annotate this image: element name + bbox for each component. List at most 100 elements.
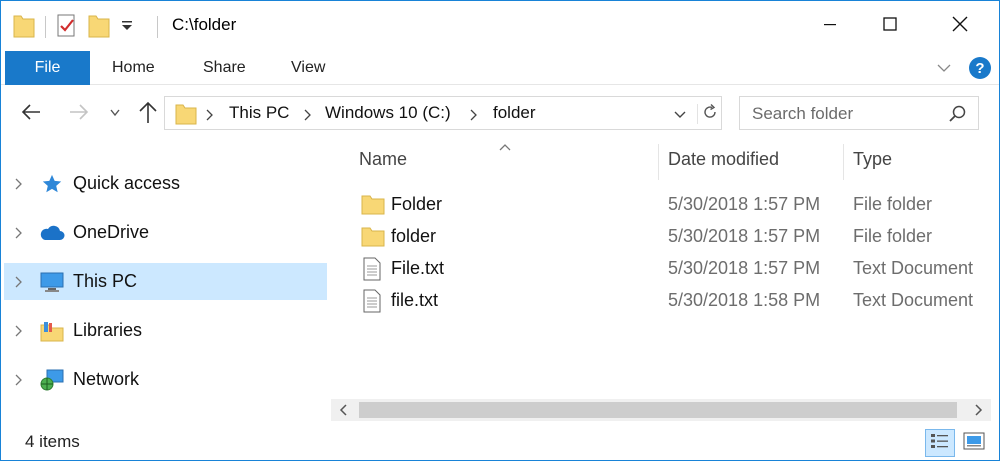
file-list: Name Date modified Type Folder 5/30/2018… (331, 139, 999, 423)
column-header-name[interactable]: Name (359, 149, 407, 170)
file-row[interactable]: file.txt 5/30/2018 1:58 PM Text Document (331, 285, 999, 317)
address-history-icon[interactable] (673, 108, 687, 126)
chevron-right-icon[interactable] (14, 177, 24, 196)
close-icon (951, 15, 969, 38)
forward-arrow-icon[interactable] (67, 100, 91, 129)
back-arrow-icon[interactable] (19, 100, 43, 129)
file-name: file.txt (391, 290, 439, 310)
libraries-icon (38, 319, 66, 343)
column-header-type[interactable]: Type (853, 149, 892, 170)
file-date-modified: 5/30/2018 1:57 PM (668, 258, 821, 278)
navigation-bar: This PC Windows 10 (C:) folder (1, 86, 999, 139)
chevron-right-icon[interactable] (14, 275, 24, 294)
refresh-button[interactable] (697, 103, 719, 126)
file-row[interactable]: File.txt 5/30/2018 1:57 PM Text Document (331, 253, 999, 285)
breadcrumb-this-pc[interactable]: This PC (229, 103, 289, 123)
file-type: File folder (853, 226, 933, 246)
up-arrow-icon[interactable] (136, 99, 160, 130)
chevron-right-icon[interactable] (14, 324, 24, 343)
sidebar-item-label: OneDrive (73, 222, 150, 242)
search-input[interactable] (752, 103, 942, 125)
customize-quick-access-icon[interactable] (120, 12, 134, 43)
details-view-icon (930, 432, 950, 455)
sidebar-item-label: Quick access (73, 173, 181, 193)
title-bar[interactable]: C:\folder (1, 1, 999, 51)
file-row[interactable]: folder 5/30/2018 1:57 PM File folder (331, 221, 999, 253)
help-button[interactable]: ? (969, 57, 991, 79)
column-divider[interactable] (843, 144, 844, 180)
sidebar-item-network[interactable]: Network (4, 361, 327, 398)
sidebar-item-libraries[interactable]: Libraries (4, 312, 327, 349)
breadcrumb-windows-drive[interactable]: Windows 10 (C:) (325, 103, 451, 123)
tab-home[interactable]: Home (112, 51, 155, 85)
breadcrumb-folder[interactable]: folder (493, 103, 536, 123)
column-divider[interactable] (658, 144, 659, 180)
file-type: File folder (853, 194, 933, 214)
sidebar-item-this-pc[interactable]: This PC (4, 263, 327, 300)
quick-access-toolbar (13, 13, 134, 41)
cloud-icon (38, 221, 66, 245)
network-icon (38, 368, 66, 392)
breadcrumb-separator-icon[interactable] (205, 108, 215, 126)
expand-ribbon-icon[interactable] (935, 59, 953, 82)
item-count: 4 items (25, 432, 80, 451)
scroll-right-icon[interactable] (965, 399, 991, 421)
address-bar[interactable]: This PC Windows 10 (C:) folder (164, 96, 722, 130)
tab-file[interactable]: File (5, 51, 90, 85)
sidebar-item-label: Network (73, 369, 140, 389)
file-name: File.txt (391, 258, 445, 278)
text-document-icon (361, 257, 383, 286)
scrollbar-thumb[interactable] (359, 402, 957, 418)
maximize-icon (882, 16, 898, 37)
file-type: Text Document (853, 290, 974, 310)
search-box[interactable] (739, 96, 979, 130)
file-name: folder (391, 226, 437, 246)
large-icons-view-button[interactable] (959, 429, 989, 457)
sidebar-item-label: Libraries (73, 320, 143, 340)
title-divider (157, 16, 158, 38)
tab-view[interactable]: View (291, 51, 325, 85)
tab-share[interactable]: Share (203, 51, 246, 85)
window-title: C:\folder (172, 15, 237, 34)
search-icon[interactable] (948, 104, 968, 129)
sidebar-item-quick-access[interactable]: Quick access (4, 165, 327, 202)
minimize-button[interactable] (801, 1, 859, 51)
sidebar-item-label: This PC (73, 271, 138, 291)
minimize-icon (822, 16, 838, 37)
folder-icon (361, 225, 385, 252)
sort-ascending-icon (498, 139, 512, 157)
text-document-icon (361, 289, 383, 318)
column-header-date-modified[interactable]: Date modified (668, 149, 779, 170)
file-date-modified: 5/30/2018 1:58 PM (668, 290, 821, 310)
folder-icon (13, 12, 35, 43)
details-view-button[interactable] (925, 429, 955, 457)
folder-icon (361, 193, 385, 220)
file-name: Folder (391, 194, 443, 214)
horizontal-scrollbar[interactable] (331, 399, 991, 421)
status-bar: 4 items (1, 423, 999, 460)
file-date-modified: 5/30/2018 1:57 PM (668, 226, 821, 246)
file-row[interactable]: Folder 5/30/2018 1:57 PM File folder (331, 189, 999, 221)
new-folder-icon[interactable] (88, 12, 110, 43)
breadcrumb-separator-icon[interactable] (303, 108, 313, 126)
breadcrumb-separator-icon[interactable] (469, 108, 479, 126)
star-icon (38, 172, 66, 196)
computer-icon (38, 270, 66, 294)
recent-locations-icon[interactable] (109, 106, 121, 124)
toolbar-divider (45, 16, 46, 38)
explorer-window: C:\folder File Home Share View ? This PC… (0, 0, 1000, 461)
file-type: Text Document (853, 258, 974, 278)
navigation-pane: Quick access OneDrive This PC Libraries … (1, 139, 331, 423)
ribbon-tab-bar: File Home Share View ? (1, 51, 999, 85)
chevron-right-icon[interactable] (14, 373, 24, 392)
properties-icon[interactable] (56, 12, 78, 43)
file-date-modified: 5/30/2018 1:57 PM (668, 194, 821, 214)
refresh-icon (701, 103, 719, 126)
close-button[interactable] (931, 1, 989, 51)
chevron-right-icon[interactable] (14, 226, 24, 245)
large-icons-view-icon (963, 432, 985, 455)
scroll-left-icon[interactable] (331, 399, 357, 421)
folder-icon (175, 103, 197, 130)
maximize-button[interactable] (861, 1, 919, 51)
sidebar-item-onedrive[interactable]: OneDrive (4, 214, 327, 251)
